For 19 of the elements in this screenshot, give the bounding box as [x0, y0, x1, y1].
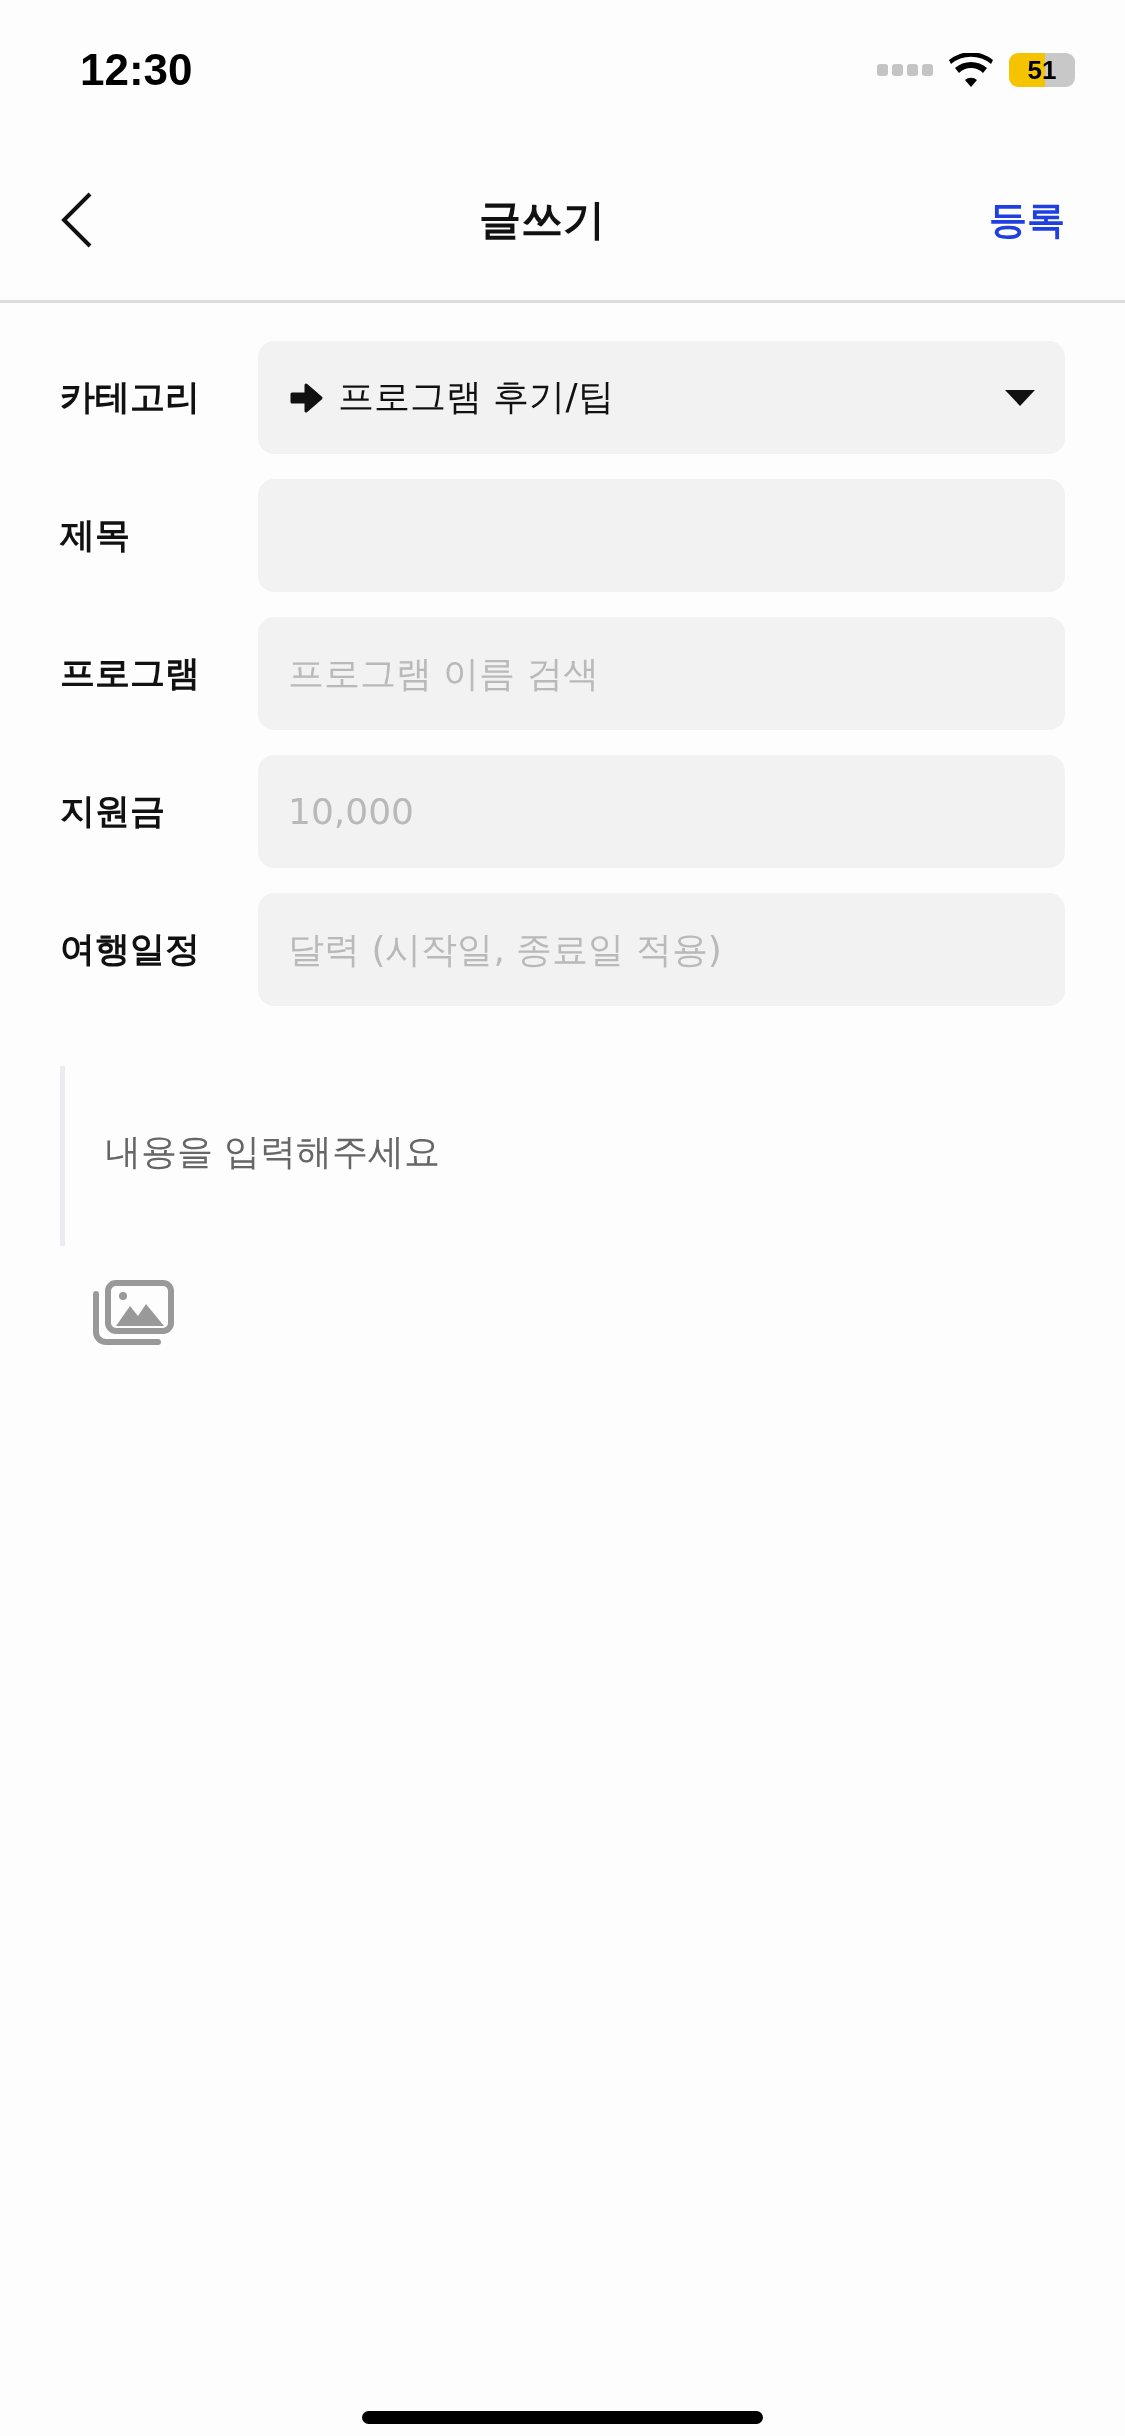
category-value: 프로그램 후기/팁 [338, 375, 615, 419]
field-label: 여행일정 [60, 928, 201, 971]
input-field[interactable]: 10,000 [258, 755, 1065, 868]
signal-dots-icon [877, 64, 933, 76]
field-label: 지원금 [60, 790, 166, 833]
field-label: 카테고리 [60, 376, 201, 419]
submit-link[interactable]: 등록 [989, 194, 1065, 246]
dropdown-caret-icon [1005, 389, 1035, 406]
input-field[interactable]: 프로그램 이름 검색 [258, 617, 1065, 730]
content-field[interactable]: 내용을 입력해주세요 [103, 1126, 1007, 1186]
field-label: 프로그램 [60, 652, 201, 695]
image-gallery-icon[interactable] [92, 1280, 174, 1346]
wifi-icon [949, 53, 993, 87]
field-label: 제목 [60, 514, 131, 557]
category-select[interactable]: 프로그램 후기/팁 [258, 341, 1065, 454]
input-field[interactable]: 달력 (시작일, 종료일 적용) [258, 893, 1065, 1006]
back-icon[interactable] [60, 192, 94, 248]
page-title: 글쓰기 [478, 194, 605, 246]
status-time: 12:30 [80, 45, 193, 95]
